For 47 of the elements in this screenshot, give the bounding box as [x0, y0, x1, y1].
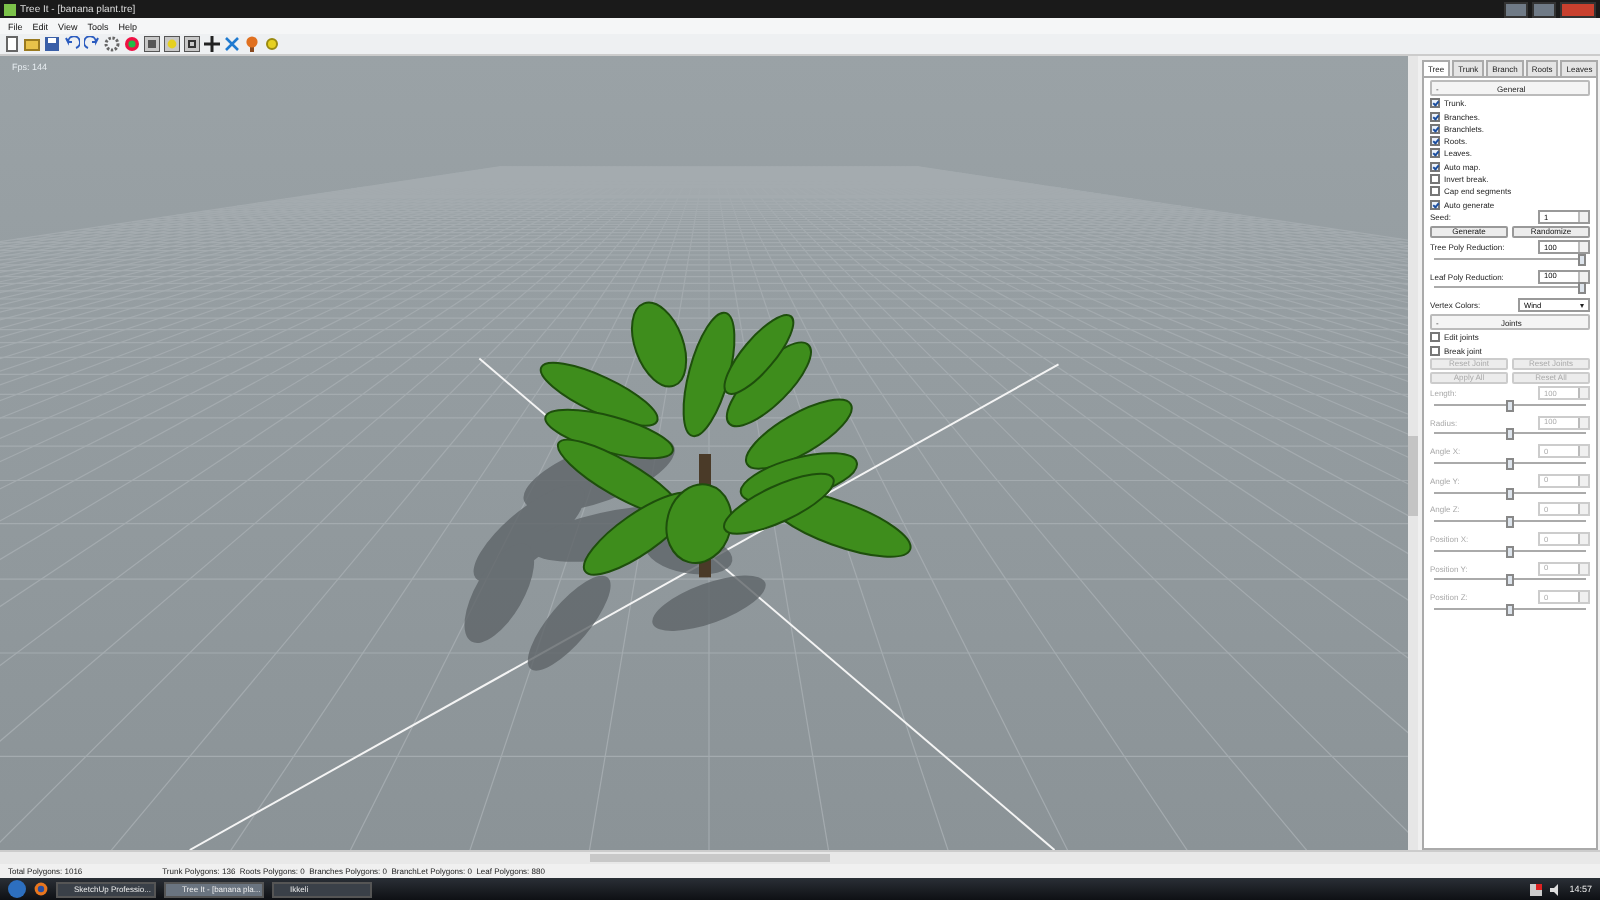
checkbox[interactable]	[1430, 332, 1440, 343]
network-icon[interactable]	[1529, 883, 1542, 895]
scroll-thumb[interactable]	[1408, 436, 1418, 516]
checkbox[interactable]	[1430, 199, 1440, 210]
checkbox[interactable]	[1430, 136, 1440, 147]
new-file-icon[interactable]	[4, 36, 20, 52]
checkbox[interactable]	[1430, 186, 1440, 197]
slider-track[interactable]	[1434, 257, 1586, 266]
start-button[interactable]	[8, 880, 26, 898]
caret-icon	[1580, 303, 1584, 308]
slider-thumb[interactable]	[1578, 282, 1586, 295]
slider-track[interactable]	[1434, 432, 1586, 441]
undo-icon[interactable]	[64, 36, 80, 52]
slider-track[interactable]	[1434, 286, 1586, 295]
checkbox[interactable]	[1430, 123, 1440, 134]
vertical-scrollbar[interactable]	[1408, 56, 1418, 850]
slider-track[interactable]	[1434, 549, 1586, 558]
checkbox[interactable]	[1430, 98, 1440, 109]
close-button[interactable]	[1560, 1, 1596, 17]
grid-icon[interactable]	[184, 36, 200, 52]
folder-icon[interactable]	[24, 36, 40, 52]
checkbox[interactable]	[1430, 174, 1440, 185]
save-icon[interactable]	[44, 36, 60, 52]
checkbox[interactable]	[1430, 161, 1440, 172]
scale-icon[interactable]	[224, 36, 240, 52]
checkbox[interactable]	[1430, 148, 1440, 159]
checkbox[interactable]	[1430, 345, 1440, 356]
slider-thumb[interactable]	[1578, 253, 1586, 266]
move-icon[interactable]	[204, 36, 220, 52]
slider-track[interactable]	[1434, 403, 1586, 412]
slider-track[interactable]	[1434, 520, 1586, 529]
slider-track[interactable]	[1434, 491, 1586, 500]
maximize-button[interactable]	[1532, 1, 1556, 17]
cube-icon[interactable]	[144, 36, 160, 52]
browser-icon[interactable]	[34, 882, 48, 896]
slider-track[interactable]	[1434, 607, 1586, 616]
sun-icon[interactable]	[264, 36, 280, 52]
checkbox[interactable]	[1430, 111, 1440, 122]
bulb-icon[interactable]	[164, 36, 180, 52]
slider-track[interactable]	[1434, 462, 1586, 471]
gear-icon[interactable]	[104, 36, 120, 52]
horizontal-scrollbar[interactable]	[0, 850, 1600, 864]
speaker-icon[interactable]	[1549, 883, 1562, 895]
redo-icon[interactable]	[84, 36, 100, 52]
slider-track[interactable]	[1434, 578, 1586, 587]
scroll-thumb[interactable]	[590, 854, 830, 862]
minimize-button[interactable]	[1504, 1, 1528, 17]
